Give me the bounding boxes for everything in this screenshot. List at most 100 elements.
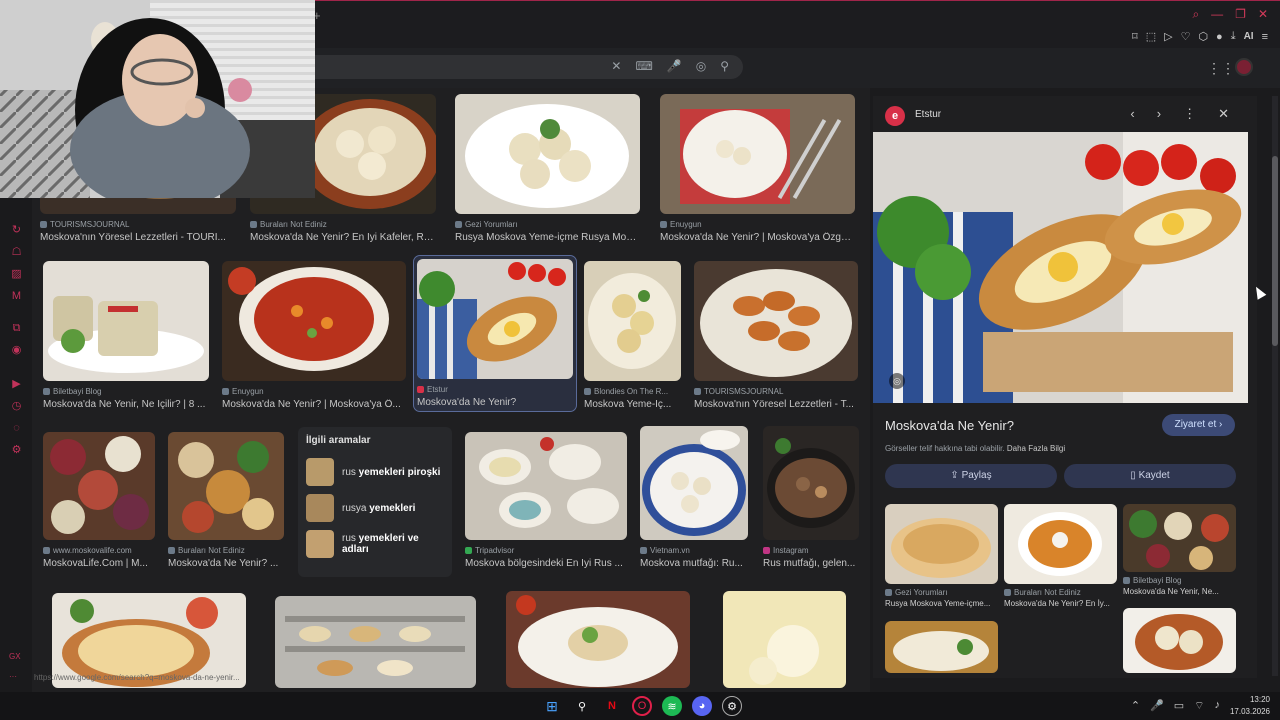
result-caption[interactable]: Moskova'nın Yöresel Lezzetleri - TOURI..… — [40, 232, 236, 243]
clock-icon[interactable]: ◷ — [10, 400, 23, 413]
similar-thumbnail[interactable] — [1123, 504, 1236, 572]
share-button[interactable]: ⇪ Paylaş — [885, 464, 1057, 488]
search-icon[interactable]: ⚲ — [720, 59, 729, 73]
bot-icon[interactable]: ☖ — [10, 246, 23, 259]
result-caption[interactable]: Moskova bölgesindeki En İyi Rus ... — [465, 558, 627, 569]
mic-icon[interactable]: 🎤 — [667, 59, 682, 73]
result-thumbnail[interactable] — [43, 261, 209, 381]
result-thumbnail[interactable] — [506, 591, 690, 688]
visit-button[interactable]: Ziyaret et › — [1162, 414, 1235, 436]
result-tile[interactable]: Blondies On The R... Moskova Yeme-İç... — [584, 261, 681, 410]
clock[interactable]: 13:20 17.03.2026 — [1230, 694, 1270, 718]
steam-icon[interactable]: ⚙ — [722, 696, 742, 716]
result-caption[interactable]: Moskova'nın Yöresel Lezzetleri - T... — [694, 399, 858, 410]
similar-image[interactable]: Gezi Yorumları Rusya Moskova Yeme-içme..… — [885, 504, 998, 608]
discord-icon[interactable]: ◕ — [692, 696, 712, 716]
result-thumbnail[interactable] — [417, 259, 573, 379]
preview-image[interactable] — [873, 132, 1248, 403]
similar-thumbnail[interactable] — [1004, 504, 1117, 584]
volume-icon[interactable]: ♪ — [1215, 699, 1221, 713]
spotify-icon[interactable]: ≋ — [662, 696, 682, 716]
related-item[interactable]: rus yemekleri piroşki — [306, 454, 444, 490]
result-caption[interactable]: Moskova'da Ne Yenir, Ne... — [1123, 587, 1236, 596]
lens-search-icon[interactable]: ◎ — [889, 373, 905, 389]
download-icon[interactable]: ⤓ — [1231, 30, 1236, 43]
result-tile[interactable] — [506, 591, 690, 688]
result-caption[interactable]: Rus mutfağı, gelen... — [763, 558, 859, 569]
search-input[interactable]: ✕ ⌨ 🎤 ◎ ⚲ — [278, 55, 743, 79]
clear-icon[interactable]: ✕ — [611, 59, 621, 73]
result-thumbnail[interactable] — [222, 261, 406, 381]
preview-title[interactable]: Moskova'da Ne Yenir? — [885, 418, 1014, 433]
similar-image[interactable] — [885, 621, 998, 673]
display-icon[interactable]: ▭ — [1174, 699, 1184, 713]
avatar[interactable] — [1235, 58, 1253, 76]
ai-button[interactable]: AI — [1244, 31, 1254, 42]
result-thumbnail[interactable] — [694, 261, 858, 381]
result-thumbnail[interactable] — [43, 432, 155, 540]
more-options-icon[interactable]: ⋮ — [1183, 106, 1196, 122]
keyboard-icon[interactable]: ⌨ — [635, 59, 652, 73]
more-sidebar-icon[interactable]: ··· — [9, 672, 17, 681]
similar-image[interactable]: Buraları Not Ediniz Moskova'da Ne Yenir?… — [1004, 504, 1117, 608]
extensions-icon[interactable]: ⬡ — [1198, 30, 1208, 43]
pinboard-icon[interactable]: ▨ — [10, 268, 23, 281]
previous-icon[interactable]: ‹ — [1130, 106, 1134, 122]
result-tile[interactable]: Biletbayi Blog Moskova'da Ne Yenir, Ne İ… — [43, 261, 209, 410]
result-caption[interactable]: Moskova'da Ne Yenir? ... — [168, 558, 284, 569]
result-thumbnail[interactable] — [660, 94, 855, 214]
result-tile[interactable]: Enuygun Moskova'da Ne Yenir? | Moskova'y… — [660, 94, 855, 243]
result-tile[interactable]: www.moskovalife.com MoskovaLife.Com | M.… — [43, 432, 155, 569]
gx-corner-icon[interactable]: GX — [9, 652, 21, 661]
profile-ext-icon[interactable]: ● — [1216, 31, 1223, 43]
related-item[interactable]: rus yemekleri ve adları — [306, 526, 444, 562]
result-caption[interactable]: Moskova Yeme-İç... — [584, 399, 681, 410]
network-icon[interactable]: ⌔ — [1194, 699, 1204, 713]
player-sidebar-icon[interactable]: ▶ — [10, 378, 23, 391]
heart-icon[interactable]: ♡ — [1181, 30, 1191, 43]
windows-start-icon[interactable]: ⊞ — [542, 696, 562, 716]
result-tile[interactable]: Vietnam.vn Moskova mutfağı: Ru... — [640, 426, 748, 569]
tray-overflow-icon[interactable]: ⌃ — [1131, 699, 1140, 713]
result-caption[interactable]: MoskovaLife.Com | M... — [43, 558, 155, 569]
result-caption[interactable]: Rusya Moskova Yeme-içme Rusya Mosk... — [455, 232, 640, 243]
settings-icon[interactable]: ⚙ — [10, 444, 23, 457]
result-tile[interactable] — [275, 596, 476, 688]
result-tile[interactable]: Instagram Rus mutfağı, gelen... — [763, 426, 859, 569]
result-thumbnail[interactable] — [723, 591, 846, 688]
result-tile-selected[interactable]: Etstur Moskova'da Ne Yenir? — [413, 255, 577, 412]
result-thumbnail[interactable] — [640, 426, 748, 540]
result-caption[interactable]: Moskova'da Ne Yenir, Ne İçilir? | 8 ... — [43, 399, 209, 410]
result-thumbnail[interactable] — [584, 261, 681, 381]
close-icon[interactable]: ✕ — [1218, 106, 1229, 122]
result-thumbnail[interactable] — [275, 596, 476, 688]
result-thumbnail[interactable] — [465, 432, 627, 540]
chat-icon[interactable]: ◌ — [10, 422, 23, 435]
netflix-icon[interactable]: N — [602, 696, 622, 716]
mic-tray-icon[interactable]: 🎤 — [1150, 699, 1164, 713]
search-tabs-icon[interactable]: ⌕ — [1192, 7, 1199, 22]
player-icon[interactable]: ▷ — [1164, 30, 1172, 43]
close-window-icon[interactable]: ✕ — [1258, 7, 1268, 22]
similar-thumbnail[interactable] — [1123, 608, 1236, 673]
opera-gx-icon[interactable]: O — [632, 696, 652, 716]
result-tile[interactable]: Enuygun Moskova'da Ne Yenir? | Moskova'y… — [222, 261, 406, 410]
minimize-icon[interactable]: — — [1211, 7, 1223, 22]
result-thumbnail[interactable] — [763, 426, 859, 540]
vk-icon[interactable]: ◉ — [10, 344, 23, 357]
panel-scrollbar[interactable] — [1272, 96, 1278, 676]
snapshot-icon[interactable]: ⬚ — [1146, 30, 1156, 43]
result-tile[interactable] — [723, 591, 846, 688]
menu-icon[interactable]: ≡ — [1262, 31, 1268, 43]
next-icon[interactable]: › — [1157, 106, 1161, 122]
similar-image[interactable] — [1123, 608, 1236, 673]
result-tile[interactable]: Gezi Yorumları Rusya Moskova Yeme-içme R… — [455, 94, 640, 243]
result-tile[interactable]: TOURISMSJOURNAL Moskova'nın Yöresel Lezz… — [694, 261, 858, 410]
lens-icon[interactable]: ◎ — [696, 59, 706, 73]
apps-grid-icon[interactable]: ⋮⋮ — [1207, 60, 1235, 77]
result-caption[interactable]: Moskova'da Ne Yenir? — [417, 397, 573, 408]
result-caption[interactable]: Moskova'da Ne Yenir? | Moskova'ya Özgü .… — [660, 232, 855, 243]
result-thumbnail[interactable] — [168, 432, 284, 540]
result-caption[interactable]: Moskova'da Ne Yenir? En İyi Kafeler, Re.… — [250, 232, 436, 243]
result-tile[interactable]: Buraları Not Ediniz Moskova'da Ne Yenir?… — [168, 432, 284, 569]
